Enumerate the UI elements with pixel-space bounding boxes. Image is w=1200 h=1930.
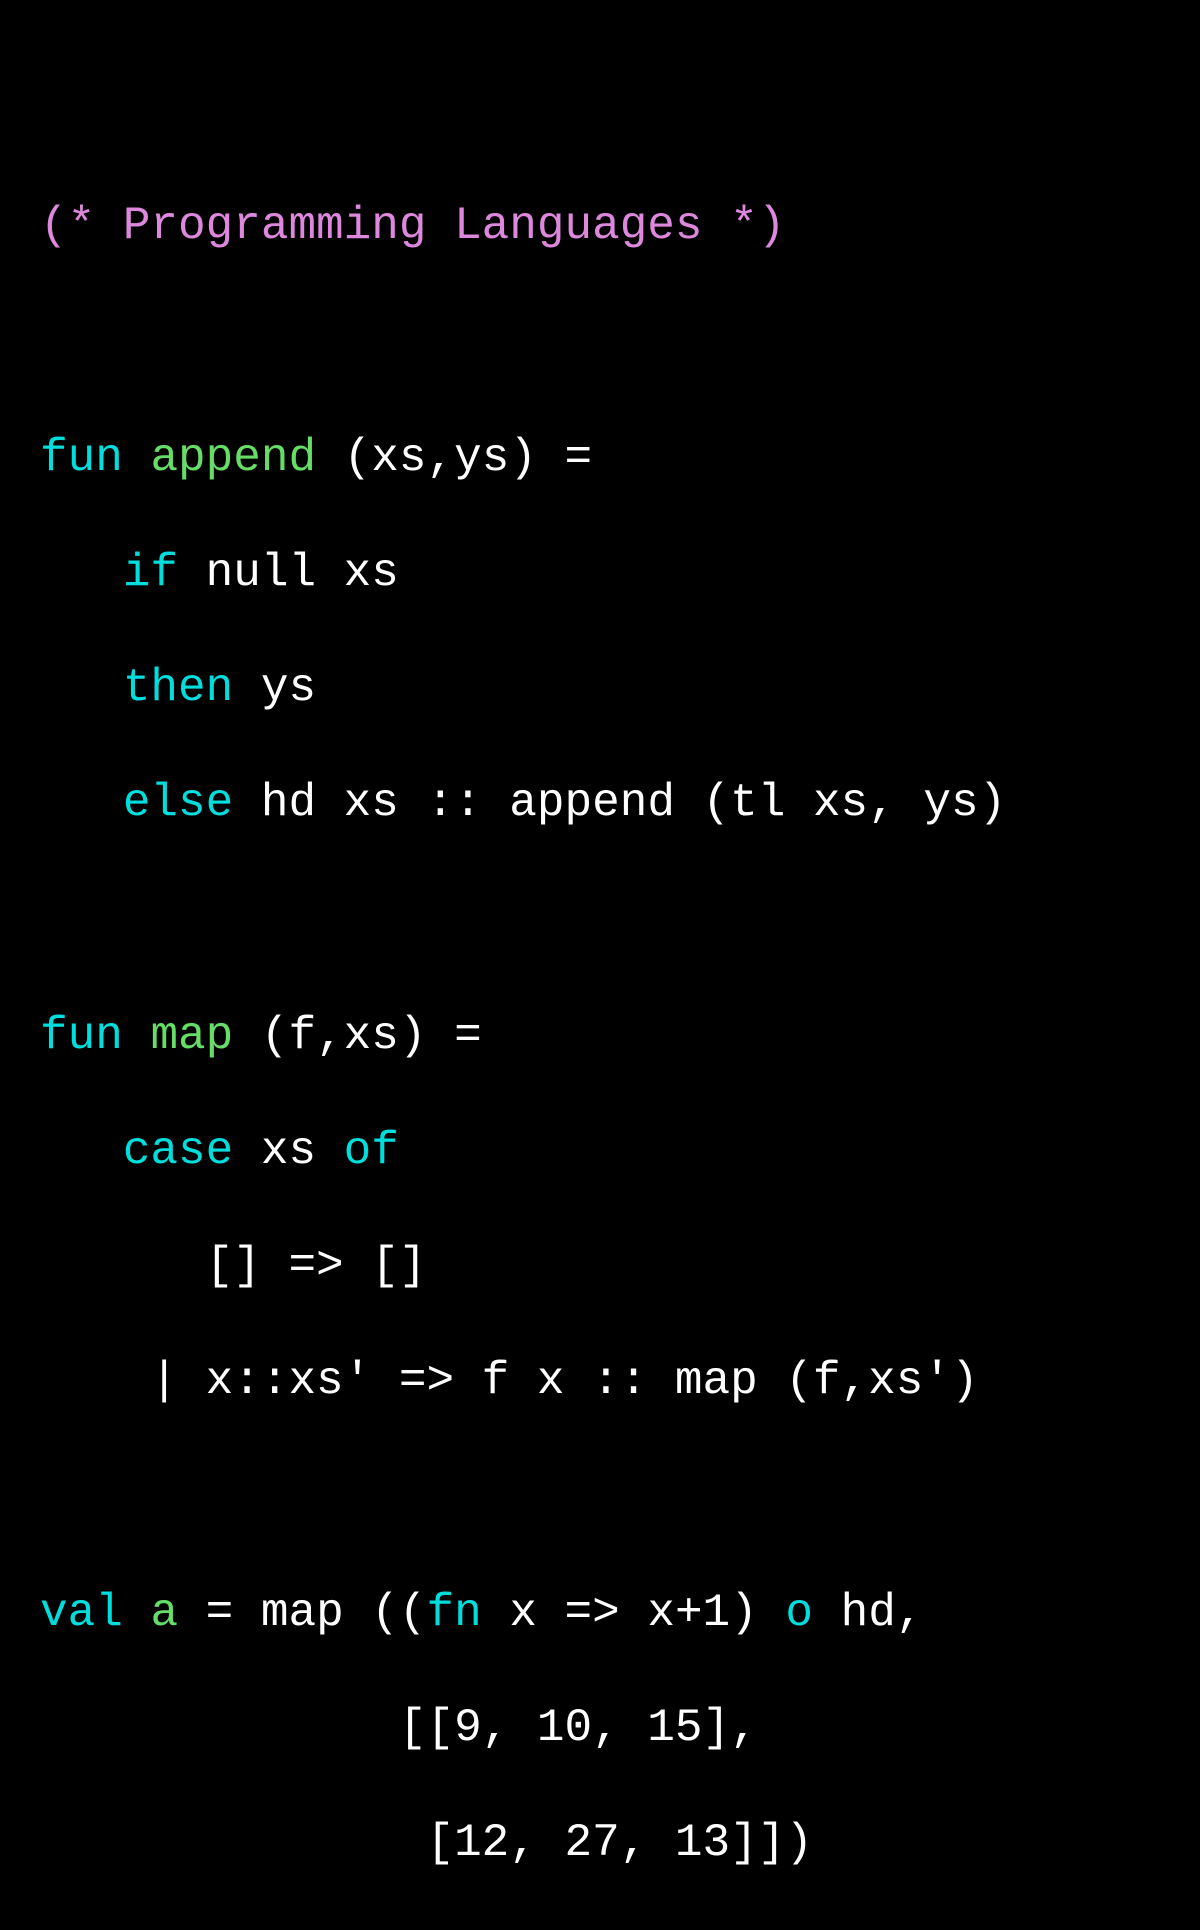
keyword-then: then	[123, 662, 233, 714]
keyword-else: else	[123, 777, 233, 829]
keyword-o: o	[785, 1587, 813, 1639]
function-name: append	[150, 432, 316, 484]
code-editor: (* Programming Languages *) fun append (…	[40, 140, 1160, 1930]
code-line: fun append (xs,ys) =	[40, 430, 1160, 488]
keyword-if: if	[123, 547, 178, 599]
keyword-val: val	[40, 1587, 123, 1639]
code-line: [[9, 10, 15],	[40, 1700, 1160, 1758]
keyword-fun: fun	[40, 1010, 123, 1062]
keyword-case: case	[123, 1125, 233, 1177]
code-line: val a = map ((fn x => x+1) o hd,	[40, 1585, 1160, 1643]
code-line: (* Programming Languages *)	[40, 198, 1160, 256]
code-line: then ys	[40, 660, 1160, 718]
code-line: [] => []	[40, 1238, 1160, 1296]
params: (f,xs) =	[233, 1010, 481, 1062]
code-line: else hd xs :: append (tl xs, ys)	[40, 775, 1160, 833]
keyword-fn: fn	[427, 1587, 482, 1639]
keyword-fun: fun	[40, 432, 123, 484]
function-name: map	[150, 1010, 233, 1062]
comment-text: (* Programming Languages *)	[40, 200, 785, 252]
code-line: | x::xs' => f x :: map (f,xs')	[40, 1353, 1160, 1411]
blank-line	[40, 313, 1160, 373]
blank-line	[40, 1468, 1160, 1528]
code-line: if null xs	[40, 545, 1160, 603]
val-name: a	[150, 1587, 178, 1639]
keyword-of: of	[344, 1125, 399, 1177]
code-line: case xs of	[40, 1123, 1160, 1181]
blank-line	[40, 890, 1160, 950]
code-line: fun map (f,xs) =	[40, 1008, 1160, 1066]
code-line: [12, 27, 13]])	[40, 1815, 1160, 1873]
params: (xs,ys) =	[316, 432, 592, 484]
